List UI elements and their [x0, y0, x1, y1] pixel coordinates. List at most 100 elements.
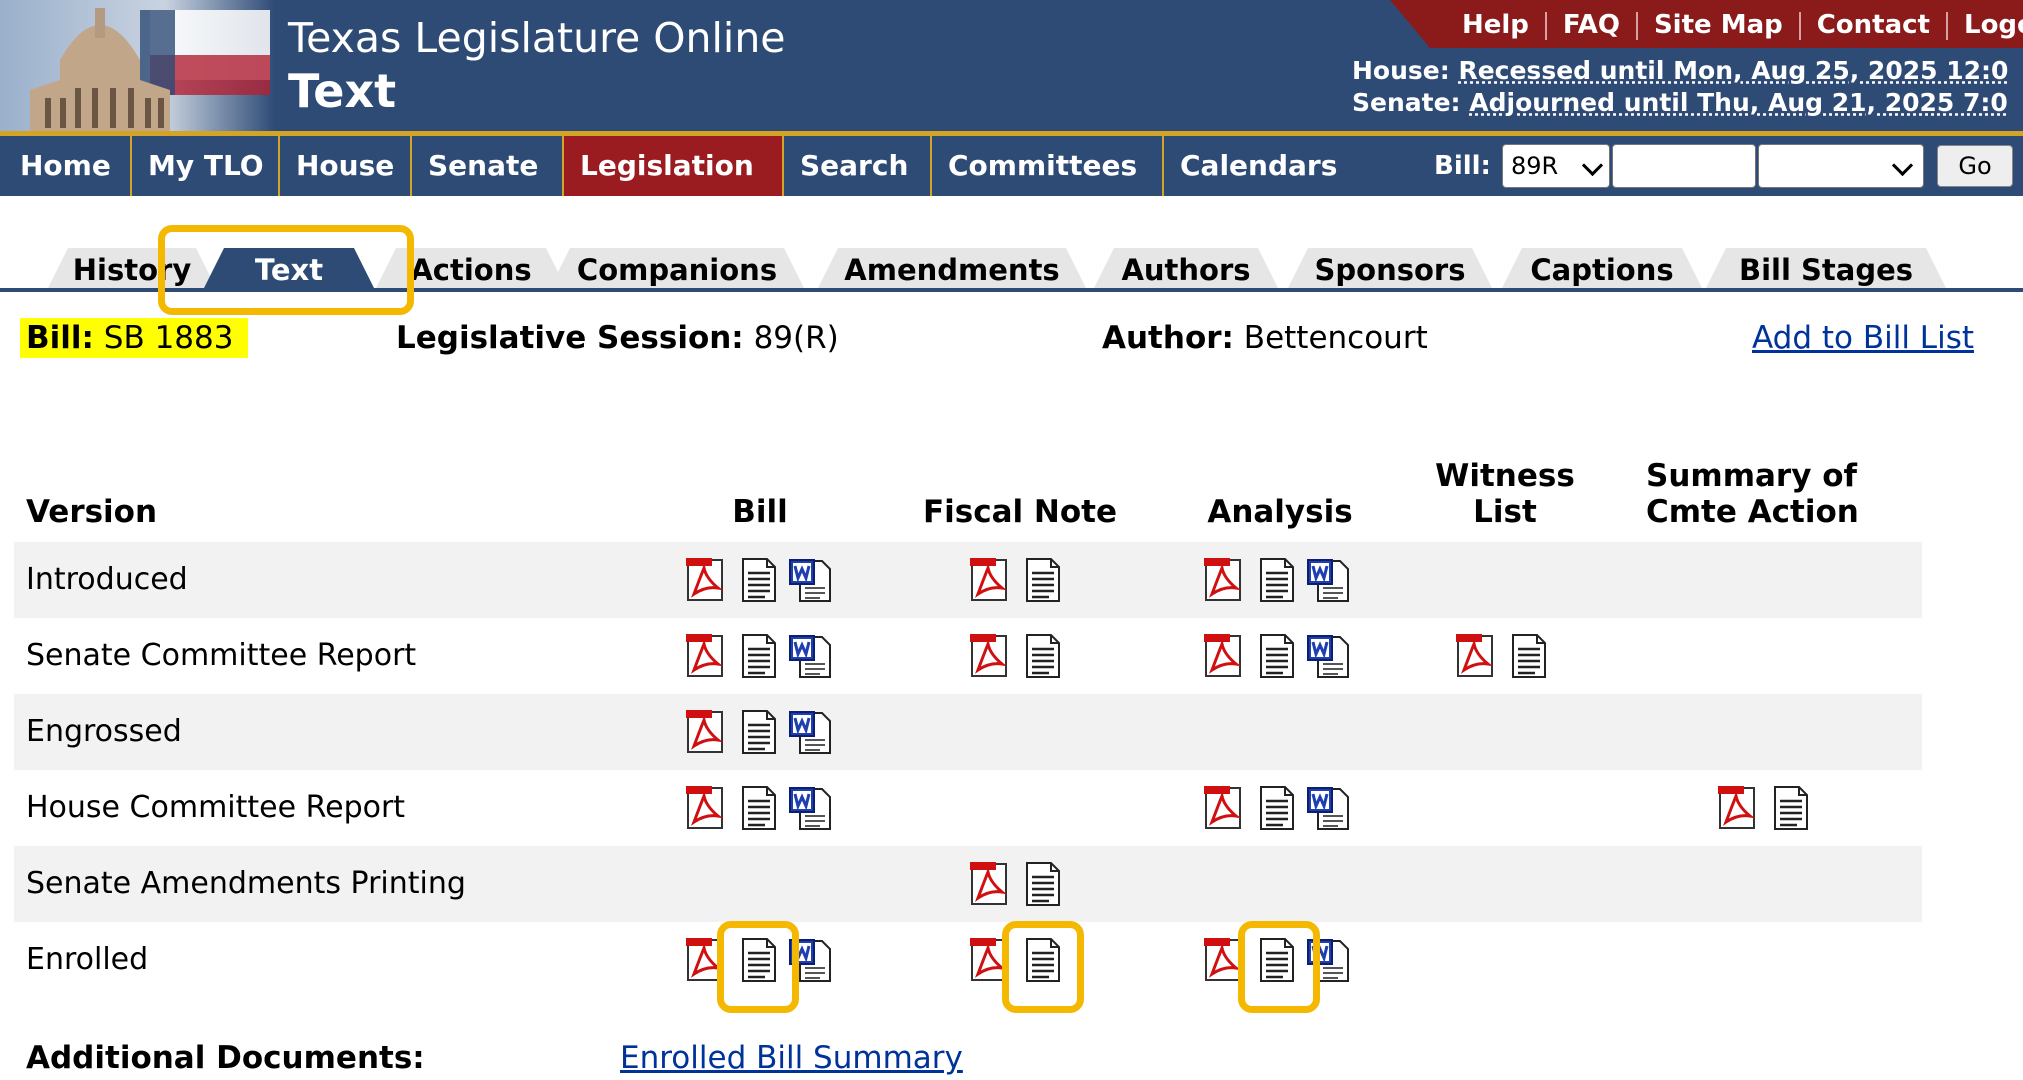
enrolled-bill-summary-link[interactable]: Enrolled Bill Summary	[620, 1040, 963, 1076]
version-label: House Committee Report	[26, 790, 406, 825]
pdf-icon[interactable]	[682, 708, 730, 756]
text-document-icon[interactable]	[1019, 860, 1067, 908]
col-header-summary-line1: Summary of	[1646, 458, 1857, 494]
top-links: Help FAQ Site Map Contact Logo	[1462, 10, 2023, 40]
witness-documents	[1452, 632, 1553, 680]
pdf-icon[interactable]	[1200, 784, 1248, 832]
bill-number-input[interactable]	[1612, 144, 1756, 188]
summary-documents	[1714, 784, 1815, 832]
site-header: Texas Legislature Online Text Help FAQ S…	[0, 0, 2023, 131]
text-document-icon[interactable]	[735, 784, 783, 832]
chevron-down-icon	[1891, 154, 1914, 177]
version-label: Enrolled	[26, 942, 149, 977]
nav-house[interactable]: House	[280, 136, 412, 196]
pdf-icon[interactable]	[682, 784, 730, 832]
session-select[interactable]: 89R	[1502, 144, 1610, 188]
author-label: Author:	[1102, 320, 1234, 356]
nav-senate[interactable]: Senate	[412, 136, 564, 196]
pdf-icon[interactable]	[1200, 556, 1248, 604]
tab-amendments[interactable]: Amendments	[818, 248, 1086, 288]
word-document-icon[interactable]	[1306, 556, 1354, 604]
word-document-icon[interactable]	[1306, 784, 1354, 832]
analysis-documents	[1200, 556, 1354, 604]
word-document-icon[interactable]	[788, 556, 836, 604]
highlight-enrolled-bill-text	[717, 921, 799, 1013]
tab-companions[interactable]: Companions	[550, 248, 804, 288]
word-document-icon[interactable]	[788, 784, 836, 832]
capitol-logo[interactable]	[0, 0, 275, 131]
contact-link[interactable]: Contact	[1817, 10, 1930, 40]
text-document-icon[interactable]	[735, 556, 783, 604]
text-document-icon[interactable]	[735, 632, 783, 680]
nav-search[interactable]: Search	[784, 136, 932, 196]
text-document-icon[interactable]	[1019, 556, 1067, 604]
nav-home[interactable]: Home	[4, 136, 132, 196]
chevron-down-icon	[1581, 154, 1604, 177]
word-document-icon[interactable]	[1306, 632, 1354, 680]
col-header-analysis: Analysis	[1207, 494, 1353, 530]
tab-captions[interactable]: Captions	[1502, 248, 1702, 288]
word-document-icon[interactable]	[788, 632, 836, 680]
nav-my-tlo[interactable]: My TLO	[132, 136, 280, 196]
pdf-icon[interactable]	[966, 556, 1014, 604]
text-document-icon[interactable]	[1253, 632, 1301, 680]
table-row: Senate Amendments Printing	[14, 846, 1922, 922]
text-document-icon[interactable]	[735, 708, 783, 756]
bill-documents	[682, 708, 836, 756]
go-button[interactable]: Go	[1937, 145, 2013, 187]
version-label: Senate Committee Report	[26, 638, 417, 673]
add-to-bill-list-link[interactable]: Add to Bill List	[1752, 318, 1974, 358]
pdf-icon[interactable]	[1200, 632, 1248, 680]
pdf-icon[interactable]	[966, 632, 1014, 680]
nav-calendars[interactable]: Calendars	[1164, 136, 1350, 196]
logout-link[interactable]: Logo	[1964, 10, 2023, 40]
fiscal-documents	[966, 632, 1067, 680]
col-header-bill: Bill	[732, 494, 788, 530]
bill-documents	[682, 556, 836, 604]
tab-bill-stages[interactable]: Bill Stages	[1706, 248, 1946, 288]
senate-status-label: Senate:	[1352, 88, 1461, 117]
nav-committees[interactable]: Committees	[932, 136, 1164, 196]
house-status-link[interactable]: Recessed until Mon, Aug 25, 2025 12:0	[1458, 56, 2008, 85]
analysis-documents	[1200, 632, 1354, 680]
pdf-icon[interactable]	[682, 556, 730, 604]
text-document-icon[interactable]	[1019, 632, 1067, 680]
bill-documents	[682, 632, 836, 680]
senate-status-link[interactable]: Adjourned until Thu, Aug 21, 2025 7:0	[1469, 88, 2008, 117]
highlight-text-tab	[158, 225, 414, 315]
bill-search-label: Bill:	[1434, 151, 1491, 181]
tab-authors[interactable]: Authors	[1094, 248, 1278, 288]
separator	[1635, 12, 1638, 40]
house-status: House: Recessed until Mon, Aug 25, 2025 …	[1352, 56, 2008, 85]
pdf-icon[interactable]	[966, 860, 1014, 908]
col-header-summary-line2: Cmte Action	[1646, 494, 1859, 530]
bill-type-select[interactable]	[1758, 144, 1924, 188]
analysis-documents	[1200, 784, 1354, 832]
word-document-icon[interactable]	[788, 708, 836, 756]
text-document-icon[interactable]	[1767, 784, 1815, 832]
bill-documents	[682, 784, 836, 832]
site-map-link[interactable]: Site Map	[1654, 10, 1783, 40]
separator	[1544, 12, 1547, 40]
faq-link[interactable]: FAQ	[1563, 10, 1620, 40]
version-label: Introduced	[26, 562, 188, 597]
highlight-enrolled-fiscal-text	[1002, 921, 1084, 1013]
bill-author: Author: Bettencourt	[1102, 318, 1428, 358]
pdf-icon[interactable]	[1452, 632, 1500, 680]
table-row: House Committee Report	[14, 770, 1922, 846]
table-row: Introduced	[14, 542, 1922, 618]
page-heading: Text	[288, 64, 397, 118]
tab-sponsors[interactable]: Sponsors	[1288, 248, 1492, 288]
pdf-icon[interactable]	[1714, 784, 1762, 832]
nav-legislation[interactable]: Legislation	[564, 136, 784, 196]
col-header-witness-list: Witness List	[1420, 458, 1590, 530]
highlight-enrolled-analysis-text	[1238, 921, 1320, 1013]
pdf-icon[interactable]	[682, 632, 730, 680]
text-document-icon[interactable]	[1505, 632, 1553, 680]
text-document-icon[interactable]	[1253, 784, 1301, 832]
main-nav: Home My TLO House Senate Legislation Sea…	[0, 136, 2023, 196]
help-link[interactable]: Help	[1462, 10, 1529, 40]
bill-id: SB 1883	[103, 320, 234, 356]
version-label: Senate Amendments Printing	[26, 866, 466, 901]
text-document-icon[interactable]	[1253, 556, 1301, 604]
